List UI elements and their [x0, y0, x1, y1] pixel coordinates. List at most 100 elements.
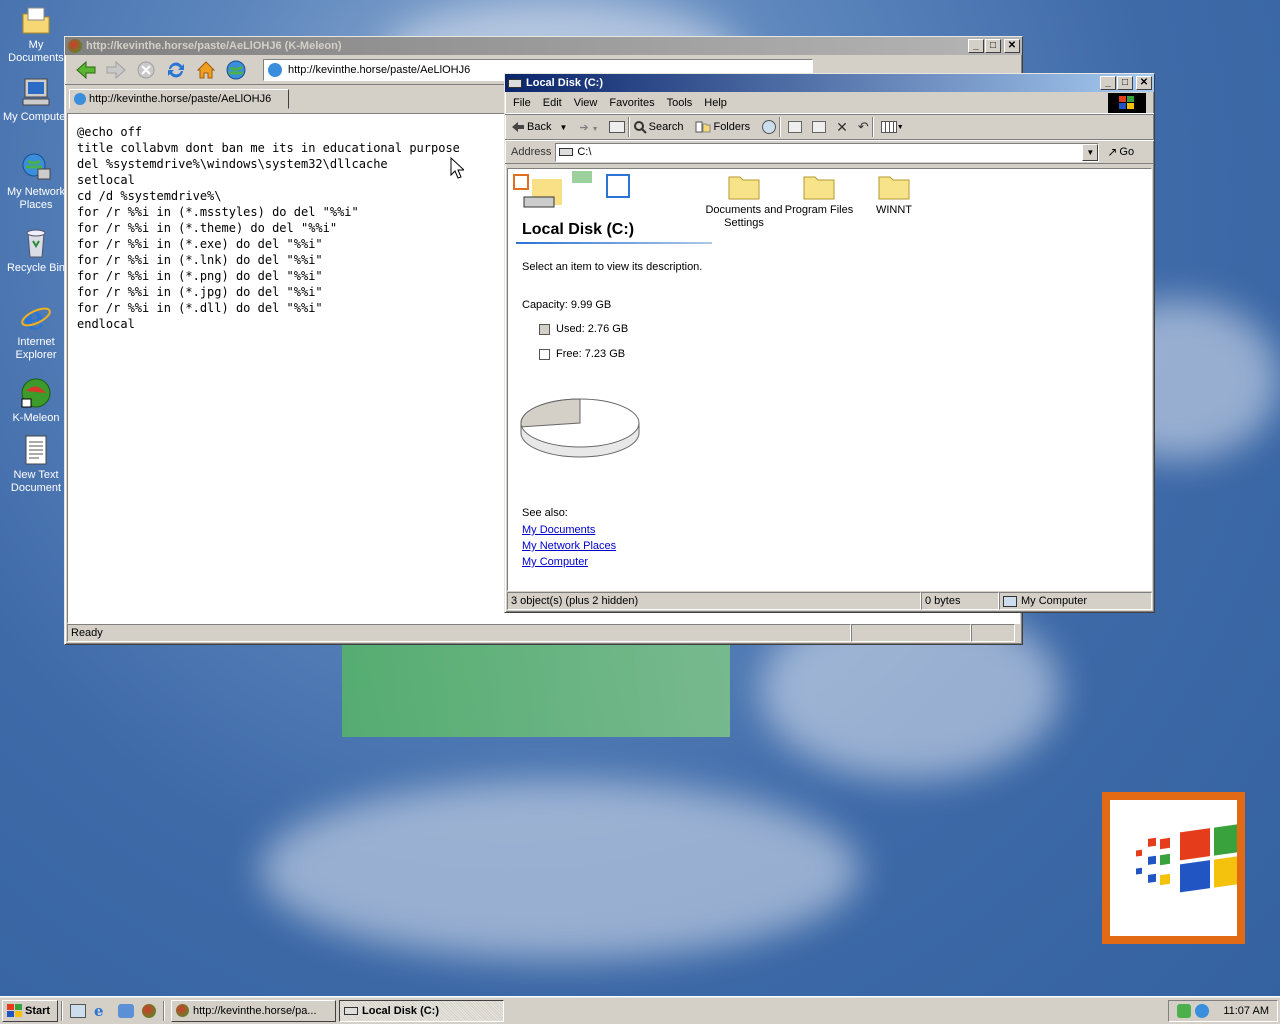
status-objects: 3 object(s) (plus 2 hidden) — [507, 592, 921, 610]
maximize-button[interactable]: □ — [1117, 76, 1133, 90]
folder-icon — [878, 176, 910, 200]
menu-help[interactable]: Help — [704, 97, 727, 109]
folder-icon — [803, 176, 835, 200]
back-arrow-icon[interactable] — [75, 59, 97, 81]
folder-item[interactable]: Documents and Settings — [704, 171, 784, 230]
system-tray: 11:07 AM — [1168, 999, 1278, 1022]
browser-tab[interactable]: http://kevinthe.horse/paste/AeLlOHJ6 — [69, 89, 289, 109]
back-button[interactable]: Back ▼ — [511, 121, 567, 133]
taskbar-button-explorer[interactable]: Local Disk (C:) — [339, 999, 504, 1022]
views-icon[interactable] — [880, 121, 897, 133]
menu-file[interactable]: File — [513, 97, 531, 109]
toolbar-separator — [627, 117, 630, 137]
free-swatch — [539, 348, 550, 360]
tab-label: http://kevinthe.horse/paste/AeLlOHJ6 — [89, 93, 272, 105]
mouse-cursor — [450, 157, 464, 179]
network-tray-icon[interactable] — [1177, 1003, 1192, 1018]
menu-view[interactable]: View — [574, 97, 598, 109]
drive-icon — [559, 148, 574, 156]
computer-icon — [1003, 595, 1017, 607]
panel-description: Select an item to view its description. — [522, 261, 703, 273]
delete-icon[interactable]: ✕ — [836, 119, 848, 136]
desktop-icon-label: Internet Explorer — [15, 336, 57, 361]
reload-icon[interactable] — [165, 59, 187, 81]
taskbar-button-browser[interactable]: http://kevinthe.horse/pa... — [171, 999, 336, 1022]
windows-logo — [1102, 792, 1245, 944]
see-also-label: See also: — [522, 507, 568, 519]
desktop-icon-recycle-bin[interactable]: Recycle Bin — [0, 227, 72, 275]
search-button[interactable]: Search — [633, 120, 683, 134]
outlook-express-icon[interactable] — [118, 1003, 134, 1018]
desktop-icon-my-network-places[interactable]: My Network Places — [0, 151, 72, 212]
desktop-icon-k-meleon[interactable]: K-Meleon — [0, 377, 72, 425]
status-size: 0 bytes — [921, 592, 999, 610]
show-desktop-icon[interactable] — [70, 1003, 86, 1018]
up-folder-icon[interactable] — [608, 121, 625, 133]
status-security — [971, 624, 1015, 642]
search-icon — [633, 121, 647, 134]
close-button[interactable]: ✕ — [1004, 39, 1020, 53]
menu-favorites[interactable]: Favorites — [609, 97, 654, 109]
dropdown-arrow-icon[interactable]: ▼ — [559, 123, 567, 132]
text-document-icon — [20, 434, 52, 466]
undo-icon[interactable]: ↶ — [858, 119, 869, 135]
move-to-icon[interactable] — [788, 121, 803, 133]
go-arrow-icon: ↗ — [1107, 145, 1118, 159]
minimize-button[interactable]: _ — [968, 39, 984, 53]
desktop-icon-internet-explorer[interactable]: e Internet Explorer — [0, 299, 72, 362]
history-icon[interactable] — [762, 120, 777, 134]
k-meleon-icon[interactable] — [142, 1003, 156, 1018]
forward-arrow-icon[interactable] — [105, 59, 127, 81]
k-meleon-icon — [20, 377, 52, 409]
url-text[interactable]: http://kevinthe.horse/paste/AeLlOHJ6 — [288, 64, 470, 76]
capacity-text: Capacity: 9.99 GB — [522, 299, 612, 311]
folder-item[interactable]: Program Files — [779, 171, 859, 217]
desktop-icon-new-text-document[interactable]: New Text Document — [0, 434, 72, 495]
link-my-computer[interactable]: My Computer — [522, 556, 616, 568]
folder-item[interactable]: WINNT — [854, 171, 934, 217]
volume-tray-icon[interactable] — [1195, 1003, 1210, 1018]
explorer-window[interactable]: Local Disk (C:) _ □ ✕ File Edit View Fav… — [504, 73, 1155, 613]
desktop-icon-my-documents[interactable]: My Documents — [0, 4, 72, 65]
explorer-menubar: File Edit View Favorites Tools Help — [505, 92, 1154, 114]
see-also-links: My Documents My Network Places My Comput… — [522, 524, 616, 572]
svg-text:e: e — [24, 301, 44, 333]
used-legend: Used: 2.76 GB — [539, 323, 628, 335]
explorer-titlebar[interactable]: Local Disk (C:) _ □ ✕ — [505, 74, 1154, 92]
toolbar-separator — [779, 117, 782, 137]
explorer-content[interactable]: Local Disk (C:) Select an item to view i… — [507, 168, 1152, 591]
address-value: C:\ — [577, 146, 592, 158]
address-input[interactable]: C:\ ▼ — [555, 142, 1100, 162]
browser-statusbar: Ready — [67, 624, 1020, 642]
dropdown-arrow-icon[interactable]: ▼ — [897, 124, 904, 131]
dropdown-arrow-icon[interactable]: ▼ — [1082, 143, 1099, 161]
menu-edit[interactable]: Edit — [543, 97, 562, 109]
background-green-patch — [342, 645, 730, 737]
go-button[interactable]: ↗ Go — [1107, 145, 1134, 159]
internet-explorer-icon: e — [20, 299, 52, 337]
folders-button[interactable]: Folders — [695, 120, 750, 134]
menu-tools[interactable]: Tools — [667, 97, 693, 109]
copy-to-icon[interactable] — [812, 121, 827, 133]
desktop-icon-my-computer[interactable]: My Computer — [0, 76, 72, 124]
close-button[interactable]: ✕ — [1136, 76, 1152, 90]
link-my-documents[interactable]: My Documents — [522, 524, 616, 536]
link-my-network-places[interactable]: My Network Places — [522, 540, 616, 552]
disk-usage-pie — [520, 398, 640, 458]
status-zone: My Computer — [999, 592, 1152, 610]
network-icon — [20, 151, 52, 183]
start-button[interactable]: Start — [2, 999, 58, 1022]
browser-titlebar[interactable]: http://kevinthe.horse/paste/AeLlOHJ6 (K-… — [65, 37, 1022, 55]
toolbar-separator — [871, 117, 874, 137]
minimize-button[interactable]: _ — [1100, 76, 1116, 90]
browser-title: http://kevinthe.horse/paste/AeLlOHJ6 (K-… — [86, 40, 342, 52]
internet-explorer-icon[interactable]: e — [94, 1003, 110, 1019]
maximize-button[interactable]: □ — [985, 39, 1001, 53]
page-icon — [74, 93, 86, 105]
clock[interactable]: 11:07 AM — [1223, 1005, 1269, 1017]
explorer-statusbar: 3 object(s) (plus 2 hidden) 0 bytes My C… — [507, 592, 1152, 610]
stop-icon[interactable] — [135, 59, 157, 81]
forward-button[interactable]: ➔ ▼ — [579, 121, 598, 134]
home-icon[interactable] — [195, 59, 217, 81]
globe-icon[interactable] — [225, 59, 247, 81]
